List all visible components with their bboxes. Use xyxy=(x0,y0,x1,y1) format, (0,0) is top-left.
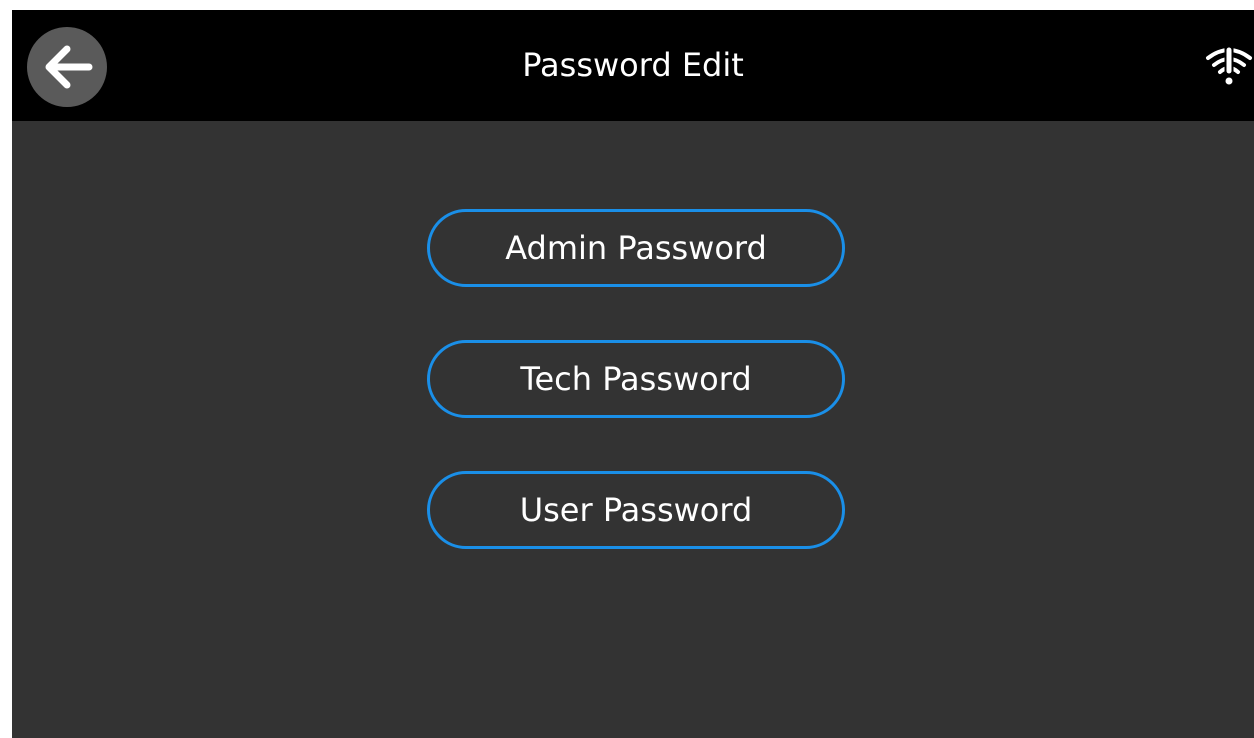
header-bar: Password Edit xyxy=(12,10,1254,121)
user-password-button[interactable]: User Password xyxy=(427,471,845,549)
page-title: Password Edit xyxy=(522,46,744,84)
screen: Password Edit Admin Password Tech Passwo… xyxy=(12,10,1254,738)
admin-password-button[interactable]: Admin Password xyxy=(427,209,845,287)
tech-password-button[interactable]: Tech Password xyxy=(427,340,845,418)
wifi-alert-icon xyxy=(1206,44,1252,85)
